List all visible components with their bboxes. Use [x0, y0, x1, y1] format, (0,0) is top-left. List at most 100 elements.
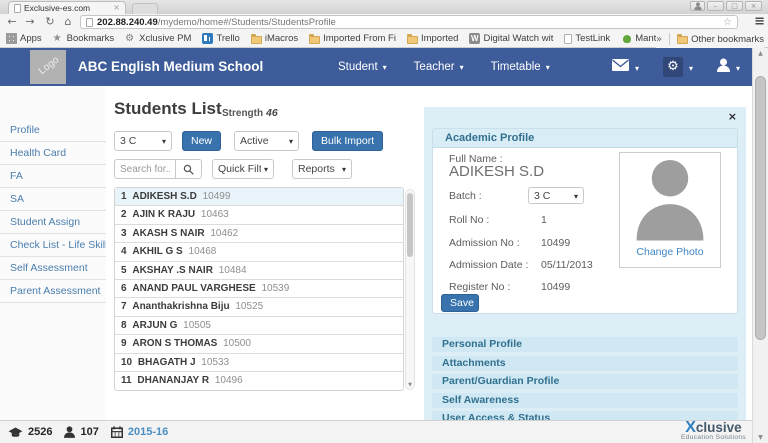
student-row[interactable]: 8 ARJUN G 10505: [115, 317, 403, 335]
academic-profile-header[interactable]: Academic Profile: [433, 129, 737, 148]
graduation-cap-icon: [8, 426, 23, 439]
student-row[interactable]: 6 ANAND PAUL VARGHESE 10539: [115, 280, 403, 298]
tab-close-icon[interactable]: ×: [113, 4, 120, 12]
sidebar-item[interactable]: SA: [0, 188, 106, 211]
sidebar-item[interactable]: Parent Assessment: [0, 280, 106, 303]
bulk-import-button[interactable]: Bulk Import: [312, 131, 383, 151]
scroll-down-icon[interactable]: ▼: [753, 434, 768, 441]
chevron-down-icon[interactable]: [736, 58, 740, 76]
save-button[interactable]: Save: [441, 294, 479, 312]
user-icon[interactable]: [717, 58, 730, 77]
bookmark-icon: [309, 36, 320, 44]
profile-section-header[interactable]: Self Awareness: [432, 393, 738, 408]
bookmark-icon: [251, 36, 262, 44]
admission-date-value: 05/11/2013: [541, 259, 593, 271]
bookmark-star-icon[interactable]: ☆: [723, 17, 732, 28]
search-button[interactable]: [176, 159, 202, 179]
back-button[interactable]: ←: [4, 14, 20, 30]
list-scrollbar[interactable]: ▼: [405, 189, 415, 390]
status-select[interactable]: Active: [234, 131, 299, 151]
sidebar-item[interactable]: Health Card: [0, 142, 106, 165]
chevron-down-icon: [460, 61, 464, 73]
new-tab-button[interactable]: [132, 3, 158, 14]
mail-icon[interactable]: [612, 58, 629, 76]
sidebar-item[interactable]: Check List - Life Skill: [0, 234, 106, 257]
sidebar-item[interactable]: Student Assign: [0, 211, 106, 234]
bookmark-icon: [202, 33, 213, 44]
student-profile-panel: × Academic Profile Full Name : ADIKESH S…: [424, 107, 746, 420]
nav-menu[interactable]: Teacher: [414, 61, 464, 73]
batch-profile-select[interactable]: 3 C: [528, 187, 584, 204]
student-row[interactable]: 2 AJIN K RAJU 10463: [115, 206, 403, 224]
profile-section-header[interactable]: Attachments: [432, 356, 738, 371]
student-row[interactable]: 9 ARON S THOMAS 10500: [115, 335, 403, 353]
maximize-button[interactable]: □: [726, 1, 743, 11]
list-scrollbar-thumb[interactable]: [407, 193, 413, 257]
scroll-up-icon[interactable]: ▲: [753, 48, 768, 60]
browser-menu-icon[interactable]: ≡: [754, 14, 765, 30]
student-row[interactable]: 1 ADIKESH S.D 10499: [115, 188, 403, 206]
bookmark-label: Apps: [20, 33, 42, 44]
new-button[interactable]: New: [182, 131, 221, 151]
student-id: 10463: [201, 209, 229, 220]
nav-menu[interactable]: Student: [338, 61, 387, 73]
bookmark-item[interactable]: Apps: [6, 33, 42, 44]
profile-user-icon[interactable]: [690, 1, 705, 11]
nav-menu[interactable]: Timetable: [491, 61, 550, 73]
student-name: Ananthakrishna Biju: [132, 301, 229, 312]
gear-icon[interactable]: [663, 57, 683, 77]
bookmark-item[interactable]: Xclusive PM: [125, 33, 191, 44]
sidebar-item[interactable]: FA: [0, 165, 106, 188]
bookmark-item[interactable]: Bookmarks: [53, 33, 115, 44]
batch-select[interactable]: 3 C: [114, 131, 172, 151]
sidebar-item[interactable]: Self Assessment: [0, 257, 106, 280]
school-logo: Logo: [30, 50, 66, 84]
profile-section-header[interactable]: Personal Profile: [432, 337, 738, 352]
change-photo-link[interactable]: Change Photo: [620, 246, 720, 258]
browser-tab[interactable]: Exclusive-es.com ×: [8, 1, 126, 14]
academic-year[interactable]: 2015-16: [128, 426, 168, 438]
forward-button[interactable]: →: [22, 14, 38, 30]
bookmark-icon: [125, 33, 136, 44]
student-row[interactable]: 3 AKASH S NAIR 10462: [115, 225, 403, 243]
close-window-button[interactable]: ×: [745, 1, 762, 11]
vendor-logo: Xclusive Education Solutions: [681, 422, 746, 441]
bookmark-item[interactable]: Imported: [407, 33, 459, 44]
student-number: 6: [121, 283, 127, 294]
student-row[interactable]: 4 AKHIL G S 10468: [115, 243, 403, 261]
student-row[interactable]: 5 AKSHAY .S NAIR 10484: [115, 262, 403, 280]
reports-select[interactable]: Reports: [292, 159, 352, 179]
vendor-logo-text: clusive: [696, 420, 742, 435]
student-row[interactable]: 7 Ananthakrishna Biju 10525: [115, 298, 403, 316]
students-count: 2526: [28, 426, 52, 438]
bookmark-item[interactable]: iMacros: [251, 33, 298, 44]
address-bar[interactable]: 202.88.240.49 /mydemo/home#/Students/Stu…: [80, 15, 738, 29]
bookmark-item[interactable]: Digital Watch wit: [469, 33, 553, 44]
profile-section-header[interactable]: Parent/Guardian Profile: [432, 374, 738, 389]
quick-filter-select[interactable]: Quick Filter: [212, 159, 274, 179]
bookmark-item[interactable]: TestLink: [564, 33, 610, 44]
bookmark-item[interactable]: Imported From Fi: [309, 33, 396, 44]
nav-menu-label: Timetable: [491, 61, 541, 73]
search-input[interactable]: [114, 159, 176, 179]
student-number: 5: [121, 265, 127, 276]
chevron-down-icon[interactable]: [689, 58, 693, 76]
page-scrollbar[interactable]: ▲ ▼: [752, 48, 768, 443]
divider: [669, 33, 670, 45]
reload-button[interactable]: ↻: [42, 14, 58, 30]
bookmark-label: TestLink: [575, 33, 610, 44]
home-button[interactable]: ⌂: [60, 14, 76, 30]
student-row[interactable]: 11 DHANANJAY R 10496: [115, 372, 403, 390]
student-row[interactable]: 10 BHAGATH J 10533: [115, 354, 403, 372]
scroll-down-icon[interactable]: ▼: [406, 382, 414, 388]
bookmarks-overflow-icon[interactable]: »: [656, 34, 662, 45]
admission-date-label: Admission Date :: [449, 259, 528, 271]
other-bookmarks-button[interactable]: Other bookmarks: [677, 34, 764, 45]
close-icon[interactable]: ×: [728, 110, 737, 123]
sidebar-item[interactable]: Profile: [0, 119, 106, 142]
bookmark-icon: [6, 33, 17, 44]
bookmark-item[interactable]: Trello: [202, 33, 239, 44]
chevron-down-icon[interactable]: [635, 58, 639, 76]
minimize-button[interactable]: –: [707, 1, 724, 11]
page-scrollbar-thumb[interactable]: [755, 76, 766, 340]
